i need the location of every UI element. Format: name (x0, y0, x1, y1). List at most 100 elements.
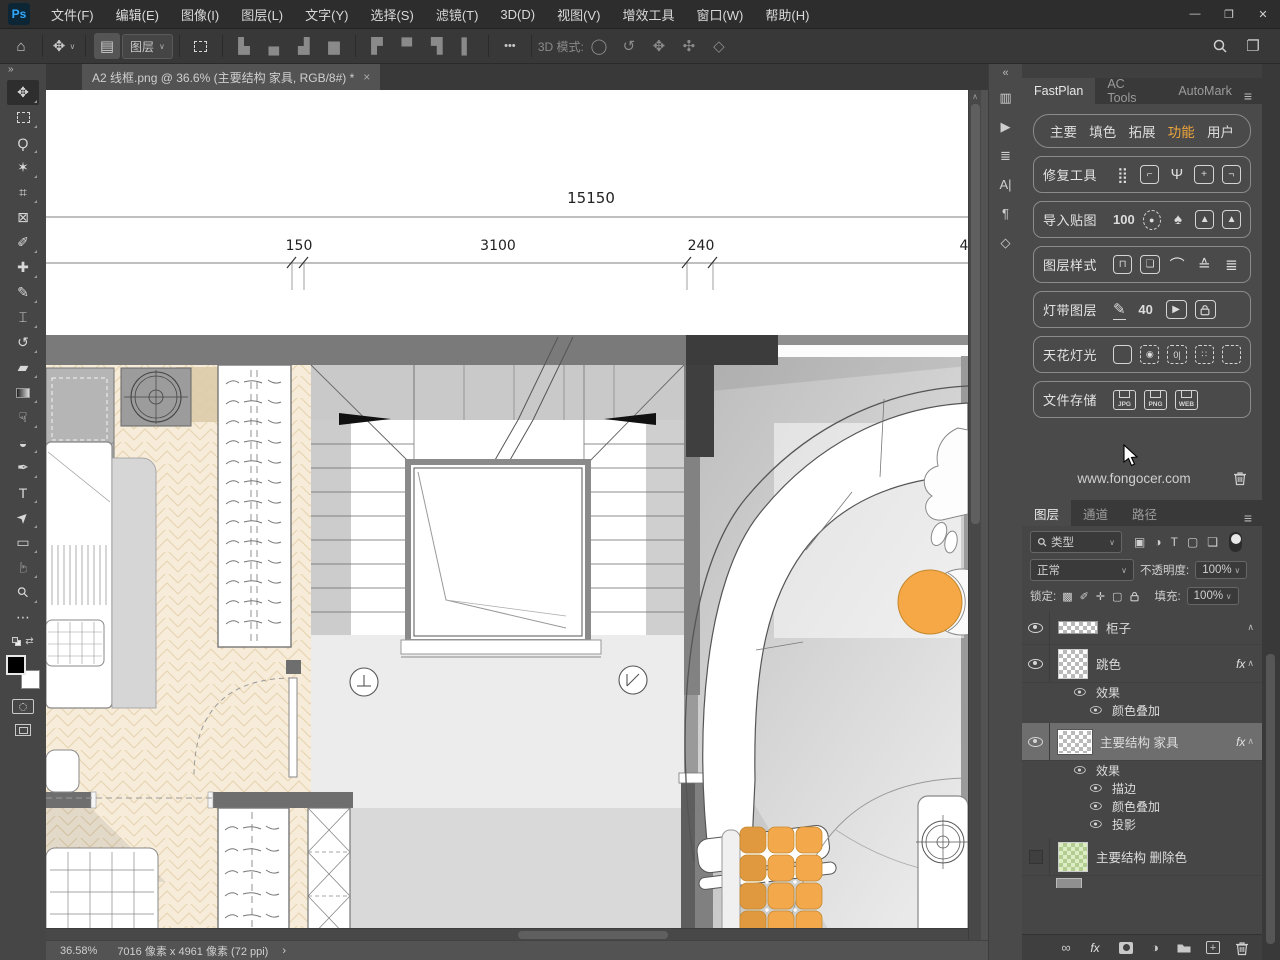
more-align-options-icon[interactable]: ••• (497, 33, 523, 59)
collapse-effects-icon[interactable]: ∧ (1247, 658, 1254, 669)
3d-scale-icon[interactable]: ◇ (706, 33, 732, 59)
layer-filter-dropdown[interactable]: 类型 ∨ (1030, 531, 1122, 553)
properties-panel-icon[interactable]: ≣ (989, 141, 1022, 170)
lock-position-icon[interactable]: ✛ (1096, 590, 1105, 603)
category-fill[interactable]: 填色 (1089, 121, 1116, 141)
maximize-button[interactable]: ❐ (1212, 0, 1246, 28)
patch-tool-icon[interactable]: ⌐ (1140, 165, 1159, 184)
document-tab[interactable]: A2 线框.png @ 36.6% (主要结构 家具, RGB/8#) * × (82, 64, 380, 90)
tab-automark[interactable]: AutoMark (1166, 78, 1244, 104)
save-web-icon[interactable]: WEB (1175, 390, 1198, 410)
layer-row-delete-color[interactable]: 主要结构 删除色 (1022, 838, 1262, 876)
layer-thumbnail-selected[interactable] (1058, 730, 1092, 754)
layer-row-partial[interactable] (1022, 876, 1262, 888)
distribute-vertical-icon[interactable]: ▌ (454, 33, 480, 59)
visibility-toggle[interactable] (1022, 645, 1050, 682)
tree-icon[interactable]: ♠ (1169, 211, 1188, 228)
marquee-tool[interactable] (7, 105, 39, 130)
paragraph-panel-icon[interactable]: ¶ (989, 199, 1022, 228)
workspace-switcher-icon[interactable]: ❐ (1240, 33, 1266, 59)
pour-icon[interactable]: ≙ (1195, 256, 1214, 274)
smudge-tool[interactable]: ☟ (7, 405, 39, 430)
category-extend[interactable]: 拓展 (1129, 121, 1156, 141)
style-top-icon[interactable]: ⊓ (1113, 255, 1132, 274)
eye-icon[interactable] (1090, 802, 1102, 810)
menu-plugins[interactable]: 增效工具 (611, 0, 685, 28)
tab-close-icon[interactable]: × (363, 70, 370, 84)
collapse-effects-icon[interactable]: ∧ (1247, 736, 1254, 747)
type-tool[interactable]: T (7, 480, 39, 505)
brush-tool[interactable]: ✎ (7, 280, 39, 305)
home-icon[interactable]: ⌂ (8, 33, 34, 59)
pencil-icon[interactable]: ✎ (1113, 300, 1126, 320)
path-selection-tool[interactable]: ➤ (7, 505, 39, 530)
layer-row-cabinet[interactable]: 柜子 ∧ (1022, 611, 1262, 645)
effects-header-row[interactable]: 效果 (1022, 761, 1262, 779)
tab-fastplan[interactable]: FastPlan (1022, 78, 1095, 104)
eye-icon[interactable] (1090, 820, 1102, 828)
tab-ac-tools[interactable]: AC Tools (1095, 78, 1166, 104)
eyedropper-tool[interactable]: ✐ (7, 230, 39, 255)
filter-image-icon[interactable]: ▣ (1134, 535, 1145, 549)
menu-select[interactable]: 选择(S) (359, 0, 424, 28)
new-group-icon[interactable] (1176, 940, 1192, 956)
panel-scrollbar-strip[interactable] (1262, 64, 1280, 960)
history-brush-tool[interactable]: ↺ (7, 330, 39, 355)
3d-roll-icon[interactable]: ↺ (616, 33, 642, 59)
save-png-icon[interactable]: PNG (1144, 390, 1167, 410)
status-chevron-icon[interactable]: › (282, 945, 286, 957)
lock-all-icon[interactable] (1129, 591, 1140, 602)
dome-icon[interactable]: ⌒ (1168, 254, 1187, 275)
lasso-tool[interactable]: Ϙ (7, 130, 39, 155)
filter-shape-icon[interactable]: ▢ (1187, 535, 1198, 549)
menu-layer[interactable]: 图层(L) (230, 0, 294, 28)
zoom-level-field[interactable]: 36.58% (54, 945, 103, 957)
patch2-icon[interactable]: ¬ (1222, 165, 1241, 184)
align-top-icon[interactable]: ▛ (364, 33, 390, 59)
blend-mode-dropdown[interactable]: 正常 ∨ (1030, 559, 1134, 581)
layer-row-main-structure-furniture[interactable]: 主要结构 家具 fx ∧ (1022, 723, 1262, 761)
3d-rotate-icon[interactable]: ◯ (586, 33, 612, 59)
menu-type[interactable]: 文字(Y) (294, 0, 359, 28)
layer-thumbnail[interactable] (1058, 842, 1088, 872)
toolbar-expander-icon[interactable]: » (0, 64, 46, 80)
align-left-icon[interactable]: ▙ (231, 33, 257, 59)
vertical-scrollbar[interactable]: ∧ (968, 90, 981, 940)
lock-artboard-icon[interactable]: ▢ (1112, 590, 1122, 603)
visibility-toggle[interactable] (1022, 611, 1050, 644)
filter-type-icon[interactable]: T (1171, 535, 1178, 549)
effect-color-overlay-row[interactable]: 颜色叠加 (1022, 701, 1262, 719)
threed-panel-icon[interactable]: ◇ (989, 228, 1022, 257)
transform-controls-icon[interactable] (188, 33, 214, 59)
layers-panel-menu-icon[interactable]: ≡ (1244, 510, 1262, 526)
category-function[interactable]: 功能 (1168, 121, 1195, 141)
lock-transparency-icon[interactable]: ▩ (1062, 590, 1072, 603)
effects-header-row[interactable]: 效果 (1022, 683, 1262, 701)
layer-name[interactable]: 柜子 (1106, 618, 1247, 637)
layer-mask-icon[interactable] (1118, 940, 1134, 956)
horizontal-scroll-thumb[interactable] (518, 931, 668, 939)
menu-window[interactable]: 窗口(W) (685, 0, 754, 28)
align-bottom-icon[interactable]: ▜ (424, 33, 450, 59)
eraser-tool[interactable]: ▰ (7, 355, 39, 380)
histogram-panel-icon[interactable]: ▥ (989, 83, 1022, 112)
crop-tool[interactable]: ⌗ (7, 180, 39, 205)
save-jpg-icon[interactable]: JPG (1113, 390, 1136, 410)
zoom-tool[interactable]: ⚲ (7, 580, 39, 605)
opacity-dropdown[interactable]: 100% ∨ (1195, 561, 1247, 579)
tab-layers[interactable]: 图层 (1022, 500, 1071, 526)
image2-icon[interactable]: ▲ (1222, 210, 1241, 229)
align-center-icon[interactable]: ▄ (261, 33, 287, 59)
layer-row-accent[interactable]: 跳色 fx ∧ (1022, 645, 1262, 683)
effect-color-overlay-row[interactable]: 颜色叠加 (1022, 797, 1262, 815)
clone-stamp-tool[interactable]: ⌶ (7, 305, 39, 330)
3d-drag-icon[interactable]: ✥ (646, 33, 672, 59)
dodge-tool[interactable]: ◒ (7, 430, 39, 455)
healing-brush-tool[interactable]: ✚ (7, 255, 39, 280)
layer-style-icon[interactable]: fx (1087, 940, 1103, 956)
panel-scroll-thumb[interactable] (1266, 654, 1275, 944)
horizontal-scrollbar[interactable] (46, 928, 968, 940)
filter-smart-object-icon[interactable]: ❏ (1207, 535, 1218, 549)
visibility-toggle[interactable] (1022, 838, 1050, 875)
import-opacity-value[interactable]: 100 (1113, 212, 1135, 227)
